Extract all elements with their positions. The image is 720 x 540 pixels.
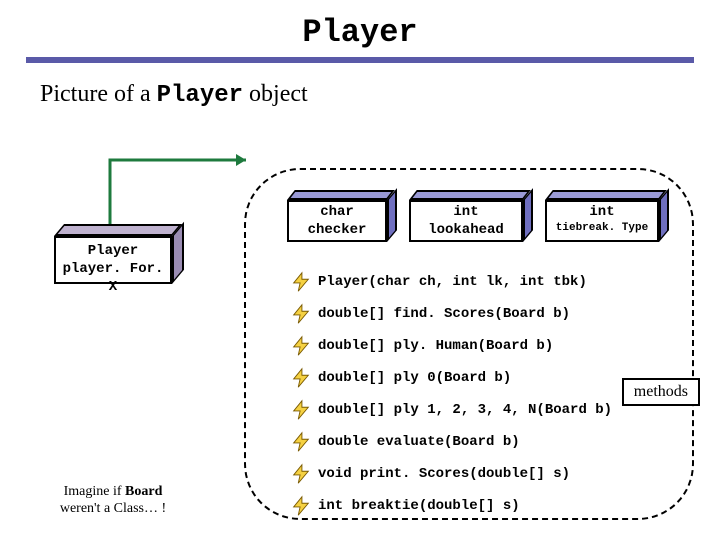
- reference-type: Player: [56, 242, 170, 260]
- field-checker: char checker: [287, 200, 387, 242]
- reference-name: player. For. X: [56, 260, 170, 296]
- field-name: checker: [289, 222, 385, 240]
- methods-label-box: methods: [622, 378, 700, 406]
- field-type: int: [411, 204, 521, 222]
- footnote: Imagine if Board weren't a Class… !: [28, 484, 198, 518]
- bolt-icon: [290, 463, 312, 485]
- method-row: double evaluate(Board b): [290, 426, 612, 458]
- method-row: double[] find. Scores(Board b): [290, 298, 612, 330]
- bolt-icon: [290, 431, 312, 453]
- method-row: int breaktie(double[] s): [290, 490, 612, 522]
- field-name: lookahead: [411, 222, 521, 240]
- field-boxes-row: char checker int lookahead int tiebreak.…: [287, 200, 659, 242]
- method-signature: void print. Scores(double[] s): [318, 466, 570, 482]
- method-signature: double evaluate(Board b): [318, 434, 520, 450]
- title-rule: [26, 57, 694, 63]
- bolt-icon: [290, 495, 312, 517]
- methods-list: Player(char ch, int lk, int tbk) double[…: [290, 266, 612, 522]
- subtitle: Picture of a Player object: [40, 81, 720, 109]
- method-row: void print. Scores(double[] s): [290, 458, 612, 490]
- field-type: char: [289, 204, 385, 222]
- method-row: Player(char ch, int lk, int tbk): [290, 266, 612, 298]
- bolt-icon: [290, 303, 312, 325]
- footnote-bold: Board: [125, 484, 162, 499]
- method-signature: Player(char ch, int lk, int tbk): [318, 274, 587, 290]
- method-signature: double[] find. Scores(Board b): [318, 306, 570, 322]
- method-row: double[] ply 0(Board b): [290, 362, 612, 394]
- field-lookahead: int lookahead: [409, 200, 523, 242]
- field-type: int: [547, 204, 657, 222]
- subtitle-prefix: Picture of a: [40, 81, 157, 107]
- method-signature: double[] ply 1, 2, 3, 4, N(Board b): [318, 402, 612, 418]
- field-tiebreak-type: int tiebreak. Type: [545, 200, 659, 242]
- bolt-icon: [290, 271, 312, 293]
- player-reference-box: Player player. For. X: [54, 236, 172, 284]
- subtitle-code: Player: [157, 82, 243, 109]
- field-name: tiebreak. Type: [547, 222, 657, 236]
- bolt-icon: [290, 399, 312, 421]
- method-signature: double[] ply 0(Board b): [318, 370, 511, 386]
- bolt-icon: [290, 335, 312, 357]
- method-row: double[] ply 1, 2, 3, 4, N(Board b): [290, 394, 612, 426]
- method-signature: int breaktie(double[] s): [318, 498, 520, 514]
- subtitle-suffix: object: [243, 81, 308, 107]
- slide-title: Player: [0, 0, 720, 51]
- method-row: double[] ply. Human(Board b): [290, 330, 612, 362]
- footnote-text-2: weren't a Class… !: [60, 501, 166, 516]
- footnote-text: Imagine if: [64, 484, 125, 499]
- bolt-icon: [290, 367, 312, 389]
- method-signature: double[] ply. Human(Board b): [318, 338, 553, 354]
